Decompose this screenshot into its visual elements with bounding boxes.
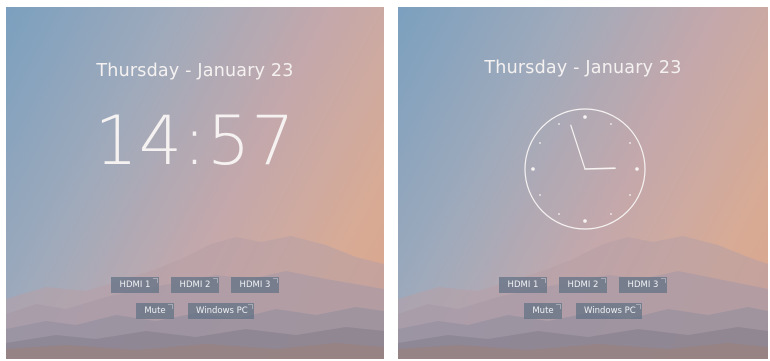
hdmi-3-button[interactable]: HDMI 3 bbox=[619, 277, 667, 293]
analog-clock-icon bbox=[524, 108, 646, 230]
clock-tick bbox=[583, 219, 587, 223]
button-label: HDMI 3 bbox=[239, 280, 271, 290]
button-label: HDMI 1 bbox=[507, 280, 539, 290]
corner-mark bbox=[556, 304, 561, 309]
hdmi-1-button[interactable]: HDMI 1 bbox=[111, 277, 159, 293]
button-label: HDMI 3 bbox=[627, 280, 659, 290]
clock-tick bbox=[583, 115, 587, 119]
windows-pc-button[interactable]: Windows PC bbox=[188, 303, 254, 319]
clock-tick bbox=[558, 213, 560, 215]
hdmi-2-button[interactable]: HDMI 2 bbox=[171, 277, 219, 293]
digital-time: 14:57 bbox=[94, 102, 296, 181]
clock-tick bbox=[610, 123, 612, 125]
corner-mark bbox=[661, 278, 666, 283]
clock-tick bbox=[539, 194, 541, 196]
input-button-row: HDMI 1 HDMI 2 HDMI 3 bbox=[398, 277, 768, 293]
clock-tick bbox=[531, 167, 535, 171]
screen-digital-clock: Thursday - January 23 14:57 HDMI 1 HDMI … bbox=[6, 7, 384, 359]
clock-tick bbox=[610, 213, 612, 215]
button-label: Windows PC bbox=[196, 306, 248, 316]
hdmi-2-button[interactable]: HDMI 2 bbox=[559, 277, 607, 293]
clock-tick bbox=[635, 167, 639, 171]
windows-pc-button[interactable]: Windows PC bbox=[576, 303, 642, 319]
mute-button[interactable]: Mute bbox=[136, 303, 174, 319]
action-button-row: Mute Windows PC bbox=[398, 303, 768, 319]
date-label: Thursday - January 23 bbox=[484, 58, 682, 78]
button-label: Mute bbox=[144, 306, 166, 316]
clock-tick bbox=[629, 142, 631, 144]
corner-mark bbox=[168, 304, 173, 309]
button-label: HDMI 1 bbox=[119, 280, 151, 290]
hour-hand bbox=[584, 167, 616, 170]
corner-mark bbox=[213, 278, 218, 283]
button-label: HDMI 2 bbox=[179, 280, 211, 290]
button-label: Mute bbox=[532, 306, 554, 316]
corner-mark bbox=[248, 304, 253, 309]
button-label: Windows PC bbox=[584, 306, 636, 316]
corner-mark bbox=[601, 278, 606, 283]
button-label: HDMI 2 bbox=[567, 280, 599, 290]
clock-tick bbox=[539, 142, 541, 144]
corner-mark bbox=[153, 278, 158, 283]
corner-mark bbox=[541, 278, 546, 283]
input-button-row: HDMI 1 HDMI 2 HDMI 3 bbox=[6, 277, 384, 293]
hdmi-3-button[interactable]: HDMI 3 bbox=[231, 277, 279, 293]
clock-tick bbox=[629, 194, 631, 196]
screen-analog-clock: Thursday - January 23 HDMI 1 HDMI 2 HDMI… bbox=[398, 7, 768, 359]
corner-mark bbox=[636, 304, 641, 309]
date-label: Thursday - January 23 bbox=[96, 61, 294, 81]
minute-hand bbox=[570, 124, 586, 170]
corner-mark bbox=[273, 278, 278, 283]
hdmi-1-button[interactable]: HDMI 1 bbox=[499, 277, 547, 293]
action-button-row: Mute Windows PC bbox=[6, 303, 384, 319]
clock-tick bbox=[558, 123, 560, 125]
mute-button[interactable]: Mute bbox=[524, 303, 562, 319]
